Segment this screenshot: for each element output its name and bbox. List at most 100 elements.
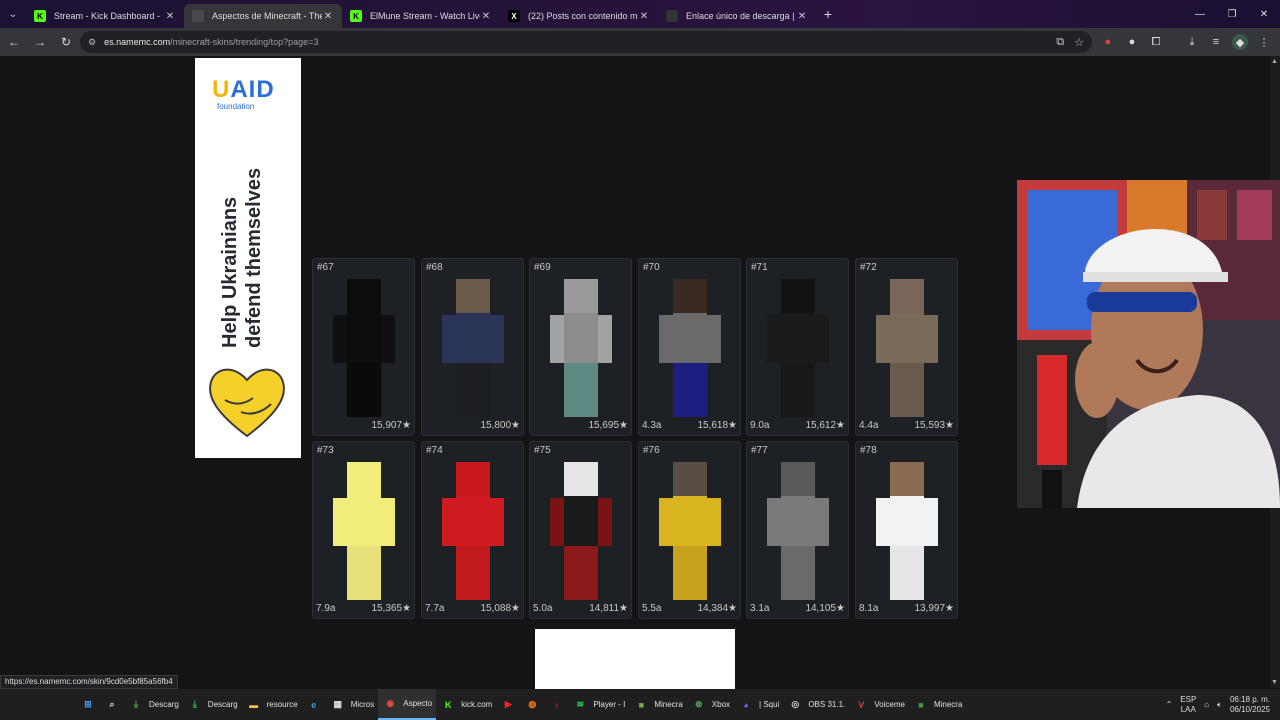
skin-card[interactable]: #72 4.4a 15,593★ [855,258,958,436]
reading-list-icon[interactable]: ≡ [1208,34,1224,50]
taskbar-item[interactable]: ⤓ Descarg [183,689,242,720]
taskbar-item-label: OBS 31.1. [808,700,846,709]
close-window-icon[interactable]: ✕ [1248,0,1280,28]
clock[interactable]: 06:18 p. m. 06/10/2025 [1230,695,1270,715]
skin-card[interactable]: #73 7.9a 15,365★ [312,441,415,619]
back-icon[interactable]: ← [2,30,26,54]
store-icon: ▦ [333,699,342,709]
tab-2[interactable]: Aspectos de Minecraft - The Ul✕ [184,4,342,28]
youtube-icon: ▶ [504,699,512,709]
taskbar-item[interactable]: ⌕ [100,689,124,720]
window-controls: — ❐ ✕ [1184,0,1280,28]
skin-card[interactable]: #67 15,907★ [312,258,415,436]
taskbar-item[interactable]: ♪ [544,689,568,720]
bottom-ad-slot[interactable] [535,629,735,689]
skin-card[interactable]: #71 9.0a 15,612★ [746,258,849,436]
tab-1[interactable]: K Stream - Kick Dashboard - ✕ [26,4,184,28]
taskbar-item[interactable]: ▦ Micros [326,689,379,720]
avatar[interactable]: ◆ [1232,34,1248,50]
heart-hug-icon [209,368,285,438]
taskbar-item[interactable]: ◕ | Squi [734,689,783,720]
input-language[interactable]: ESP LAA [1180,695,1196,715]
taskbar-item[interactable]: ≋ Player - I [568,689,629,720]
x-favicon-icon: X [508,10,520,22]
taskbar-item[interactable]: ⊞ [76,689,100,720]
skin-age: 5.0a [533,603,553,614]
taskbar-item[interactable]: ◉ Aspecto [378,689,437,720]
taskbar-item[interactable]: V Voiceme [849,689,909,720]
skin-render [876,462,938,600]
tab-close-icon[interactable]: ✕ [322,11,334,22]
skin-card[interactable]: #68 15,800★ [421,258,524,436]
tray-overflow-icon[interactable]: ⌃ [1166,700,1173,709]
taskbar-item[interactable]: ◍ [520,689,544,720]
scroll-down-icon[interactable]: ▼ [1271,679,1278,686]
tab-search-icon[interactable]: ⌄ [0,0,26,28]
minimize-icon[interactable]: — [1184,0,1216,28]
skin-rank: #68 [426,262,443,273]
tab-3[interactable]: K ElMune Stream - Watch Live on✕ [342,4,500,28]
taskbar-item[interactable]: ■ Minecra [629,689,686,720]
skin-card[interactable]: #77 3.1a 14,105★ [746,441,849,619]
skin-rank: #71 [751,262,768,273]
skin-age: 7.7a [425,603,445,614]
tab-title: (22) Posts con contenido multi [528,11,638,21]
tab-close-icon[interactable]: ✕ [480,11,492,22]
skin-age: 9.0a [750,420,770,431]
taskbar-item[interactable]: ▶ [496,689,520,720]
minecraft-icon: ■ [918,699,924,710]
reload-icon[interactable]: ↻ [54,30,78,54]
network-icon[interactable]: ⌂ [1204,700,1209,709]
tab-close-icon[interactable]: ✕ [796,11,808,22]
site-info-icon[interactable]: ⚙ [88,37,96,48]
taskbar-item-label: Xbox [711,700,731,709]
scroll-up-icon[interactable]: ▲ [1271,58,1278,65]
taskbar-item[interactable]: Kkick.com [436,689,496,720]
new-tab-button[interactable]: + [816,6,840,22]
skin-favorites: 15,088★ [480,603,520,614]
skin-render [333,462,395,600]
extension-badge-icon[interactable]: ● [1100,34,1116,50]
menu-kebab-icon[interactable]: ⋮ [1256,34,1272,50]
obs-icon: ◎ [791,699,800,709]
uaid-ad-banner[interactable]: UAID foundation Help Ukrainians defend t… [195,58,301,458]
skin-card[interactable]: #76 5.5a 14,384★ [638,441,741,619]
skin-card[interactable]: #74 7.7a 15,088★ [421,441,524,619]
forward-icon[interactable]: → [28,30,52,54]
taskbar-item[interactable]: ⊗ Xbox [687,689,734,720]
tab-4[interactable]: X (22) Posts con contenido multi ✕ [500,4,658,28]
skin-favorites: 15,800★ [480,420,520,431]
install-app-icon[interactable]: ⧉ [1056,36,1064,49]
maximize-icon[interactable]: ❐ [1216,0,1248,28]
skin-favorites: 14,811★ [589,603,628,614]
extensions-puzzle-icon[interactable]: ⧠ [1148,34,1164,50]
taskbar-item[interactable]: ▬ resource [242,689,302,720]
downloads-icon[interactable]: ⤓ [1184,34,1200,50]
skin-rank: #72 [860,262,877,273]
skin-card[interactable]: #75 5.0a 14,811★ [529,441,632,619]
taskbar-item[interactable]: e [302,689,326,720]
taskbar-item[interactable]: ◎ OBS 31.1. [783,689,849,720]
taskbar-item[interactable]: ⤓ Descarg [124,689,183,720]
skin-card[interactable]: #70 4.3a 15,618★ [638,258,741,436]
profile-circle-icon[interactable]: ● [1124,34,1140,50]
firefox-icon: ◍ [528,699,537,709]
we-favicon-icon [666,10,678,22]
taskbar-item-label: Descarg [207,700,238,709]
tiktok-icon: ♪ [554,699,559,710]
address-bar[interactable]: ⚙ es.namemc.com/minecraft-skins/trending… [80,31,1092,53]
volume-icon[interactable]: 🔈︎ [1217,700,1222,710]
tab-close-icon[interactable]: ✕ [638,11,650,22]
tab-5[interactable]: Enlace único de descarga | We✕ [658,4,816,28]
tab-strip: ⌄ K Stream - Kick Dashboard - ✕ Aspectos de… [0,0,1280,28]
skin-card[interactable]: #78 8.1a 13,997★ [855,441,958,619]
bookmark-star-icon[interactable]: ☆ [1074,36,1084,49]
kick-icon: K [444,699,452,710]
taskbar-item-label: kick.com [461,700,493,709]
skin-age: 7.9a [316,603,336,614]
skin-card[interactable]: #69 15,695★ [529,258,632,436]
tab-close-icon[interactable]: ✕ [164,11,176,22]
taskbar-item[interactable]: ■ Minecra [909,689,966,720]
tab-title: Enlace único de descarga | We [686,11,796,21]
uaid-logo: UAID [212,76,275,103]
